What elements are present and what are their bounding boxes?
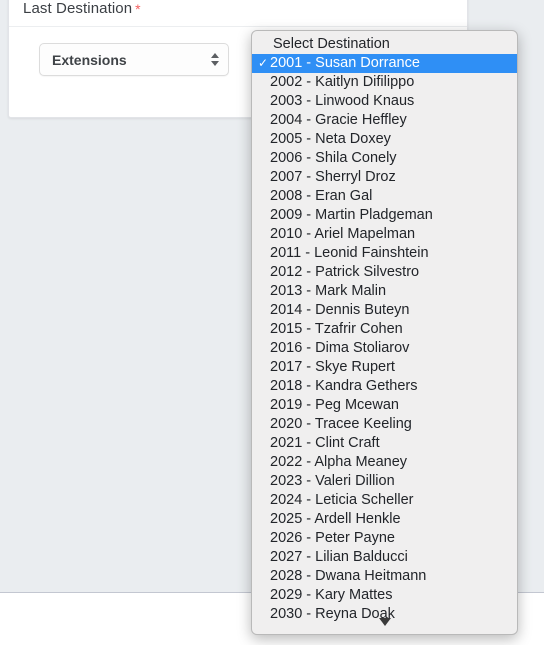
destination-select-wrapper[interactable]: Extensions	[39, 43, 229, 76]
dropdown-option[interactable]: 2028 - Dwana Heitmann	[252, 567, 517, 586]
dropdown-option-label: 2011 - Leonid Fainshtein	[270, 245, 429, 261]
dropdown-option[interactable]: 2004 - Gracie Heffley	[252, 111, 517, 130]
dropdown-option[interactable]: 2017 - Skye Rupert	[252, 358, 517, 377]
dropdown-option-label: 2008 - Eran Gal	[270, 188, 373, 204]
dropdown-option-label: 2016 - Dima Stoliarov	[270, 340, 410, 356]
triangle-down-icon	[378, 618, 391, 626]
dropdown-option-label: 2012 - Patrick Silvestro	[270, 264, 420, 280]
dropdown-option-label: 2019 - Peg Mcewan	[270, 397, 399, 413]
dropdown-option[interactable]: 2009 - Martin Pladgeman	[252, 206, 517, 225]
dropdown-option[interactable]: 2015 - Tzafrir Cohen	[252, 320, 517, 339]
dropdown-option[interactable]: 2024 - Leticia Scheller	[252, 491, 517, 510]
dropdown-option[interactable]: 2012 - Patrick Silvestro	[252, 263, 517, 282]
dropdown-option-label: 2028 - Dwana Heitmann	[270, 568, 427, 584]
dropdown-option-label: 2005 - Neta Doxey	[270, 131, 391, 147]
dropdown-option[interactable]: 2025 - Ardell Henkle	[252, 510, 517, 529]
dropdown-option-label: 2027 - Lilian Balducci	[270, 549, 408, 565]
dropdown-option-label: 2015 - Tzafrir Cohen	[270, 321, 403, 337]
dropdown-option-label: 2002 - Kaitlyn Difilippo	[270, 74, 415, 90]
required-asterisk: *	[135, 1, 141, 17]
dropdown-option[interactable]: 2018 - Kandra Gethers	[252, 377, 517, 396]
stepper-updown-icon[interactable]	[210, 51, 219, 69]
destination-select-value: Extensions	[52, 51, 127, 68]
dropdown-option-label: 2018 - Kandra Gethers	[270, 378, 418, 394]
dropdown-option[interactable]: 2016 - Dima Stoliarov	[252, 339, 517, 358]
dropdown-option-label: 2001 - Susan Dorrance	[270, 55, 420, 71]
dropdown-option-label: 2007 - Sherryl Droz	[270, 169, 396, 185]
destination-dropdown-popup[interactable]: Select Destination ✓ 2001 - Susan Dorranc…	[251, 30, 518, 635]
dropdown-option[interactable]: 2021 - Clint Craft	[252, 434, 517, 453]
dropdown-option-label: 2020 - Tracee Keeling	[270, 416, 412, 432]
dropdown-option-label: 2022 - Alpha Meaney	[270, 454, 408, 470]
dropdown-option-header[interactable]: Select Destination	[252, 35, 517, 54]
dropdown-option[interactable]: 2011 - Leonid Fainshtein	[252, 244, 517, 263]
dropdown-option[interactable]: 2019 - Peg Mcewan	[252, 396, 517, 415]
dropdown-option[interactable]: ✓ 2001 - Susan Dorrance	[252, 54, 517, 73]
dropdown-option[interactable]: 2023 - Valeri Dillion	[252, 472, 517, 491]
dropdown-option-label: 2026 - Peter Payne	[270, 530, 395, 546]
dropdown-option-label: 2023 - Valeri Dillion	[270, 473, 395, 489]
dropdown-option-label: 2014 - Dennis Buteyn	[270, 302, 410, 318]
dropdown-option[interactable]: 2003 - Linwood Knaus	[252, 92, 517, 111]
page-title: Last Destination	[23, 0, 133, 17]
dropdown-option[interactable]: 2022 - Alpha Meaney	[252, 453, 517, 472]
dropdown-option-label: 2021 - Clint Craft	[270, 435, 380, 451]
dropdown-option[interactable]: 2029 - Kary Mattes	[252, 586, 517, 605]
dropdown-option[interactable]: 2014 - Dennis Buteyn	[252, 301, 517, 320]
destination-select[interactable]: Extensions	[39, 43, 229, 76]
dropdown-scroll-down-button[interactable]	[252, 616, 517, 630]
dropdown-option[interactable]: 2002 - Kaitlyn Difilippo	[252, 73, 517, 92]
stepper-up-arrow	[210, 53, 219, 58]
dropdown-option-label: 2017 - Skye Rupert	[270, 359, 395, 375]
dropdown-option[interactable]: 2027 - Lilian Balducci	[252, 548, 517, 567]
dropdown-option[interactable]: 2020 - Tracee Keeling	[252, 415, 517, 434]
dropdown-option[interactable]: 2010 - Ariel Mapelman	[252, 225, 517, 244]
dropdown-option-label: 2010 - Ariel Mapelman	[270, 226, 416, 242]
dropdown-option[interactable]: 2007 - Sherryl Droz	[252, 168, 517, 187]
dropdown-option-label: 2013 - Mark Malin	[270, 283, 387, 299]
dropdown-option[interactable]: 2013 - Mark Malin	[252, 282, 517, 301]
dropdown-option-list[interactable]: ✓ 2001 - Susan Dorrance 2002 - Kaitlyn Dif…	[252, 54, 517, 624]
dropdown-option-label: 2006 - Shila Conely	[270, 150, 397, 166]
dropdown-option[interactable]: 2006 - Shila Conely	[252, 149, 517, 168]
dropdown-option-label: 2004 - Gracie Heffley	[270, 112, 407, 128]
dropdown-option[interactable]: 2005 - Neta Doxey	[252, 130, 517, 149]
dropdown-option-label: 2029 - Kary Mattes	[270, 587, 393, 603]
dropdown-option-label: 2025 - Ardell Henkle	[270, 511, 401, 527]
dropdown-option[interactable]: 2008 - Eran Gal	[252, 187, 517, 206]
dropdown-option-label: 2009 - Martin Pladgeman	[270, 207, 433, 223]
stepper-down-arrow	[210, 61, 219, 66]
check-icon: ✓	[257, 56, 269, 70]
dropdown-option-label: 2024 - Leticia Scheller	[270, 492, 414, 508]
dropdown-option[interactable]: 2026 - Peter Payne	[252, 529, 517, 548]
field-label-row: Last Destination *	[9, 0, 467, 27]
dropdown-option-label: 2003 - Linwood Knaus	[270, 93, 415, 109]
